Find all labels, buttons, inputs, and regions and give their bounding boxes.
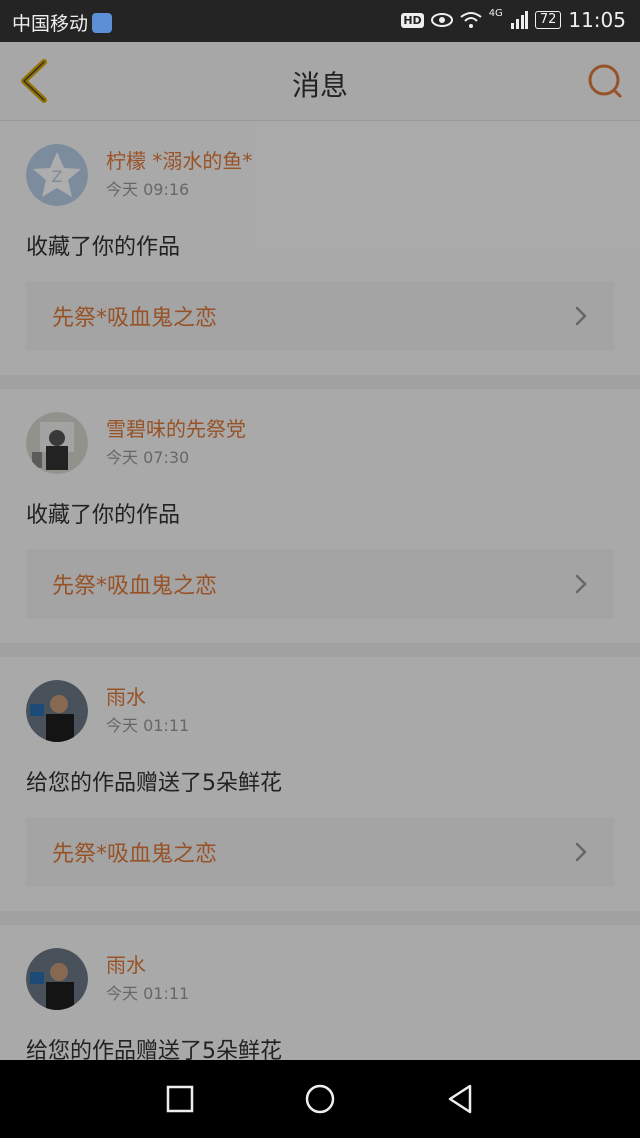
message-card[interactable]: 雨水 今天 01:11 给您的作品赠送了5朵鲜花 [0, 925, 640, 1060]
message-text: 给您的作品赠送了5朵鲜花 [26, 771, 282, 796]
avatar[interactable] [26, 412, 88, 474]
user-photo-icon [26, 948, 88, 1010]
message-time: 今天 01:11 [106, 716, 190, 735]
search-icon [588, 64, 622, 98]
chevron-right-icon [575, 306, 587, 326]
network-type-label: 4G [488, 8, 503, 19]
chevron-right-icon [575, 842, 587, 862]
circle-icon [305, 1084, 335, 1114]
status-bar: 中国移动 HD 4G 72 11:05 [0, 0, 640, 42]
user-photo-icon [26, 412, 88, 474]
square-icon [166, 1085, 194, 1113]
user-photo-icon [26, 680, 88, 742]
work-link[interactable]: 先祭*吸血鬼之恋 [26, 281, 614, 351]
message-card[interactable]: 雪碧味的先祭党 今天 07:30 收藏了你的作品 先祭*吸血鬼之恋 [0, 389, 640, 643]
avatar[interactable] [26, 948, 88, 1010]
wifi-icon [460, 12, 482, 28]
page-title: 消息 [291, 69, 348, 102]
system-navigation-bar [0, 1060, 640, 1138]
search-button[interactable] [586, 62, 624, 100]
message-time: 今天 01:11 [106, 984, 190, 1003]
top-app-bar: 消息 [0, 42, 640, 121]
message-time: 今天 09:16 [106, 180, 190, 199]
message-text: 给您的作品赠送了5朵鲜花 [26, 1039, 282, 1060]
clock: 11:05 [568, 8, 626, 32]
signal-icon [510, 11, 528, 29]
eye-icon [430, 13, 453, 27]
avatar[interactable] [26, 680, 88, 742]
system-back-button[interactable] [435, 1074, 485, 1124]
triangle-back-icon [448, 1084, 472, 1114]
message-card[interactable]: Z 柠檬 *溺水的鱼* 今天 09:16 收藏了你的作品 先祭*吸血鬼之恋 [0, 121, 640, 375]
home-button[interactable] [295, 1074, 345, 1124]
sender-name[interactable]: 雪碧味的先祭党 [106, 415, 246, 443]
work-link[interactable]: 先祭*吸血鬼之恋 [26, 817, 614, 887]
sender-name[interactable]: 柠檬 *溺水的鱼* [106, 147, 252, 175]
work-title: 先祭*吸血鬼之恋 [52, 306, 218, 331]
message-list[interactable]: Z 柠檬 *溺水的鱼* 今天 09:16 收藏了你的作品 先祭*吸血鬼之恋 雪碧… [0, 121, 640, 1060]
svg-text:Z: Z [52, 167, 63, 186]
chevron-right-icon [575, 574, 587, 594]
message-time: 今天 07:30 [106, 448, 190, 467]
battery-level: 72 [534, 11, 562, 29]
baidu-paw-icon [92, 12, 113, 33]
work-link[interactable]: 先祭*吸血鬼之恋 [26, 549, 614, 619]
sender-name[interactable]: 雨水 [106, 951, 189, 979]
recent-apps-button[interactable] [155, 1074, 205, 1124]
sender-name[interactable]: 雨水 [106, 683, 189, 711]
message-text: 收藏了你的作品 [26, 503, 181, 528]
carrier-label: 中国移动 [12, 13, 89, 35]
message-text: 收藏了你的作品 [26, 235, 181, 260]
message-card[interactable]: 雨水 今天 01:11 给您的作品赠送了5朵鲜花 先祭*吸血鬼之恋 [0, 657, 640, 911]
qq-default-avatar-icon: Z [26, 144, 88, 206]
hd-badge: HD [401, 12, 424, 28]
avatar[interactable]: Z [26, 144, 88, 206]
work-title: 先祭*吸血鬼之恋 [52, 842, 218, 867]
work-title: 先祭*吸血鬼之恋 [52, 574, 218, 599]
